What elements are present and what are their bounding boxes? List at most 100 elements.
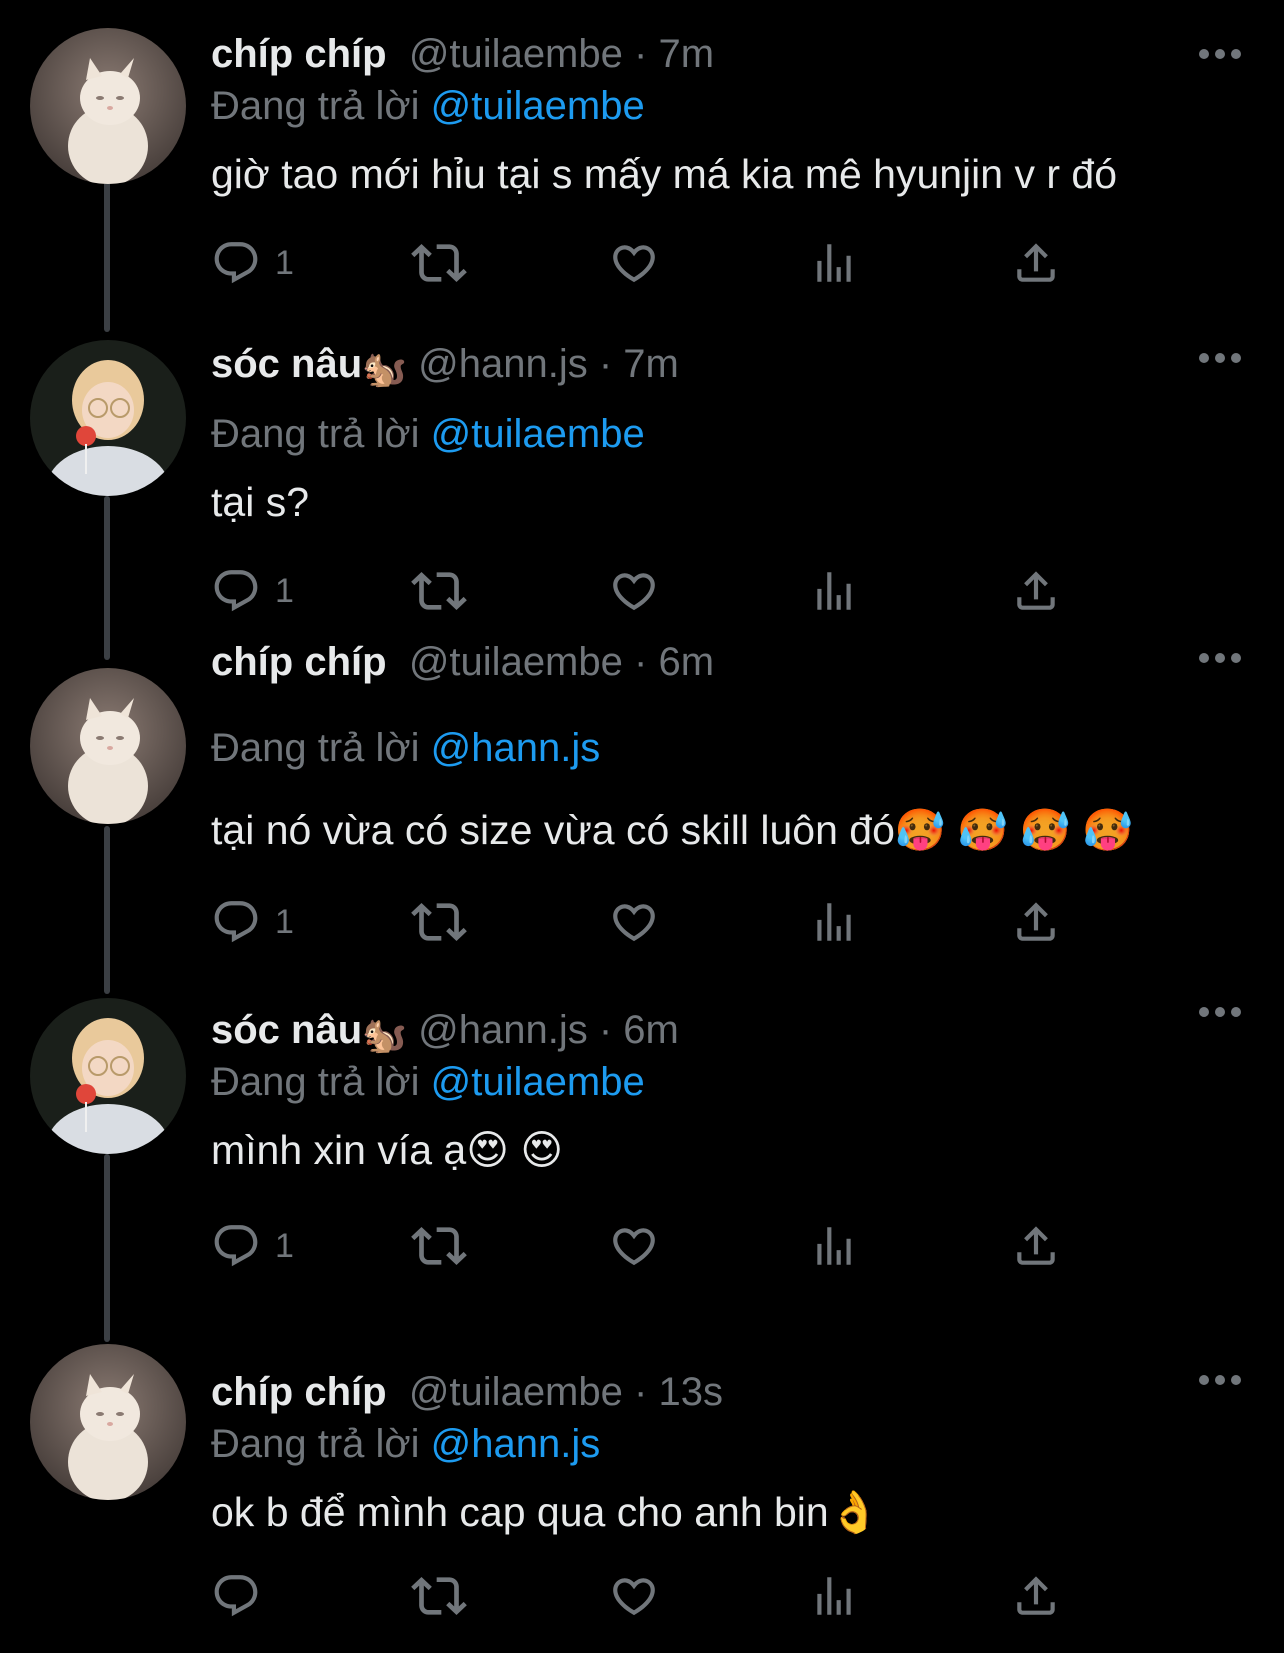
views-button[interactable] <box>809 233 859 293</box>
more-dots-icon <box>1199 49 1241 59</box>
person-avatar-icon <box>30 998 186 1154</box>
handle[interactable]: @tuilaembe <box>409 640 623 684</box>
tweet[interactable]: chíp chíp @tuilaembe · 13s Đang trả lời … <box>0 1340 1284 1653</box>
heart-icon <box>613 245 655 283</box>
tweet-header: sóc nâu🐿️ @hann.js · 6m <box>211 1006 679 1059</box>
heart-icon <box>613 1578 655 1616</box>
display-name[interactable]: chíp chíp <box>211 32 387 76</box>
tweet[interactable]: sóc nâu🐿️ @hann.js · 6m Đang trả lời @tu… <box>0 994 1284 1340</box>
like-button[interactable] <box>609 892 659 952</box>
reply-button[interactable]: 1 <box>211 561 294 621</box>
more-options-button[interactable] <box>1196 44 1246 64</box>
separator: · <box>598 342 613 386</box>
reply-count: 1 <box>275 571 294 610</box>
separator: · <box>598 1008 613 1052</box>
handle[interactable]: @tuilaembe <box>409 32 623 76</box>
cat-avatar-icon <box>30 1344 186 1500</box>
action-bar <box>211 1566 1131 1626</box>
retweet-button[interactable] <box>411 892 467 952</box>
cat-avatar-icon <box>30 668 186 824</box>
separator: · <box>634 1370 648 1414</box>
heart-icon <box>613 573 655 611</box>
retweet-icon <box>411 1227 467 1265</box>
reply-button[interactable] <box>211 1566 275 1626</box>
handle[interactable]: @hann.js <box>418 342 588 386</box>
share-button[interactable] <box>1011 1216 1061 1276</box>
reply-button[interactable]: 1 <box>211 1216 294 1276</box>
like-button[interactable] <box>609 561 659 621</box>
reply-icon <box>214 1225 258 1267</box>
handle[interactable]: @hann.js <box>418 1008 588 1052</box>
timestamp[interactable]: 13s <box>658 1370 723 1414</box>
retweet-button[interactable] <box>411 561 467 621</box>
display-name[interactable]: sóc nâu <box>211 342 362 386</box>
avatar[interactable] <box>30 340 186 496</box>
replying-label: Đang trả lời <box>211 84 420 128</box>
views-button[interactable] <box>809 1216 859 1276</box>
replying-to-link[interactable]: @tuilaembe <box>431 412 645 456</box>
more-dots-icon <box>1199 1007 1241 1017</box>
tweet[interactable]: chíp chíp @tuilaembe · 7m Đang trả lời @… <box>0 0 1284 330</box>
share-button[interactable] <box>1011 561 1061 621</box>
replying-to-link[interactable]: @hann.js <box>431 1422 601 1466</box>
avatar[interactable] <box>30 1344 186 1500</box>
more-options-button[interactable] <box>1196 648 1246 668</box>
tweet[interactable]: chíp chíp @tuilaembe · 6m Đang trả lời @… <box>0 640 1284 994</box>
person-avatar-icon <box>30 340 186 496</box>
cat-avatar-icon <box>30 28 186 184</box>
retweet-button[interactable] <box>411 1566 467 1626</box>
retweet-icon <box>411 572 467 610</box>
replying-label: Đang trả lời <box>211 1060 420 1104</box>
more-options-button[interactable] <box>1196 1002 1246 1022</box>
replying-to: Đang trả lời @tuilaembe <box>211 82 645 130</box>
timestamp[interactable]: 6m <box>658 640 714 684</box>
like-button[interactable] <box>609 233 659 293</box>
tweet[interactable]: sóc nâu🐿️ @hann.js · 7m Đang trả lời @tu… <box>0 330 1284 660</box>
name-emoji: 🐿️ <box>362 1014 407 1055</box>
replying-label: Đang trả lời <box>211 1422 420 1466</box>
action-bar: 1 <box>211 892 1131 952</box>
handle[interactable]: @tuilaembe <box>409 1370 623 1414</box>
retweet-button[interactable] <box>411 1216 467 1276</box>
more-options-button[interactable] <box>1196 1370 1246 1390</box>
reply-button[interactable]: 1 <box>211 892 294 952</box>
avatar[interactable] <box>30 998 186 1154</box>
retweet-icon <box>411 903 467 941</box>
avatar[interactable] <box>30 28 186 184</box>
timestamp[interactable]: 7m <box>658 32 714 76</box>
reply-icon <box>214 1575 258 1617</box>
replying-to: Đang trả lời @tuilaembe <box>211 410 645 458</box>
share-icon <box>1017 571 1055 610</box>
replying-to-link[interactable]: @tuilaembe <box>431 84 645 128</box>
more-options-button[interactable] <box>1196 348 1246 368</box>
tweet-header: chíp chíp @tuilaembe · 6m <box>211 638 714 686</box>
avatar[interactable] <box>30 668 186 824</box>
like-button[interactable] <box>609 1216 659 1276</box>
replying-label: Đang trả lời <box>211 726 420 770</box>
like-button[interactable] <box>609 1566 659 1626</box>
replying-label: Đang trả lời <box>211 412 420 456</box>
replying-to: Đang trả lời @hann.js <box>211 1420 600 1468</box>
share-button[interactable] <box>1011 233 1061 293</box>
timestamp[interactable]: 7m <box>623 342 679 386</box>
reply-button[interactable]: 1 <box>211 233 294 293</box>
retweet-button[interactable] <box>411 233 467 293</box>
reply-count: 1 <box>275 902 294 941</box>
views-button[interactable] <box>809 892 859 952</box>
display-name[interactable]: chíp chíp <box>211 1370 387 1414</box>
replying-to-link[interactable]: @hann.js <box>431 726 601 770</box>
reply-count: 1 <box>275 1226 294 1265</box>
views-icon <box>817 1577 851 1615</box>
views-button[interactable] <box>809 1566 859 1626</box>
share-button[interactable] <box>1011 1566 1061 1626</box>
replying-to-link[interactable]: @tuilaembe <box>431 1060 645 1104</box>
name-emoji: 🐿️ <box>362 348 407 389</box>
heart-icon <box>613 904 655 942</box>
display-name[interactable]: chíp chíp <box>211 640 387 684</box>
timestamp[interactable]: 6m <box>623 1008 679 1052</box>
more-dots-icon <box>1199 1375 1241 1385</box>
display-name[interactable]: sóc nâu <box>211 1008 362 1052</box>
views-button[interactable] <box>809 561 859 621</box>
tweet-header: sóc nâu🐿️ @hann.js · 7m <box>211 340 679 393</box>
share-button[interactable] <box>1011 892 1061 952</box>
